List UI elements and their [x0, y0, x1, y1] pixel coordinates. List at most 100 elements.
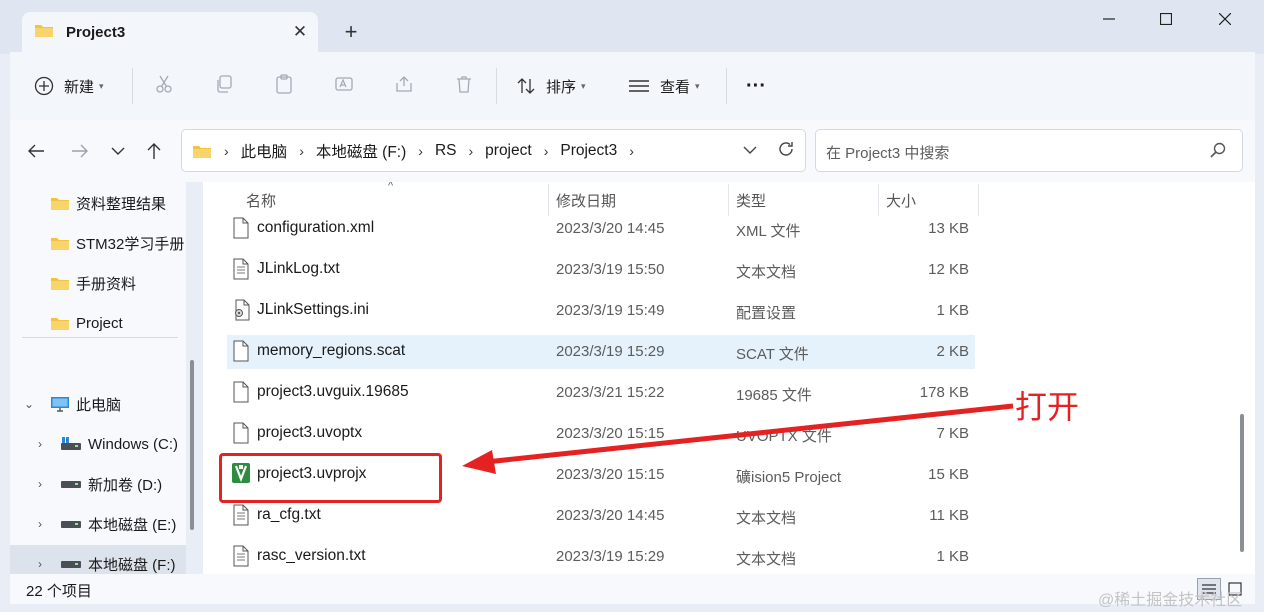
file-row[interactable]: configuration.xml 2023/3/20 14:45 XML 文件… — [227, 212, 975, 246]
more-options-button[interactable]: ··· — [746, 72, 766, 100]
rename-button[interactable] — [334, 72, 354, 100]
file-row[interactable]: project3.uvguix.19685 2023/3/21 15:22 19… — [227, 376, 975, 410]
tab-project3[interactable]: Project3 ✕ — [22, 12, 318, 52]
nav-scrollbar[interactable] — [190, 360, 194, 530]
view-button[interactable]: 查看 ▾ — [628, 72, 700, 100]
column-type[interactable]: 类型 — [736, 190, 766, 211]
nav-item-quick-access-1[interactable]: 资料整理结果 — [10, 184, 186, 222]
close-window-button[interactable] — [1197, 4, 1253, 34]
address-dropdown-icon[interactable] — [743, 142, 757, 159]
file-name: ra_cfg.txt — [257, 506, 321, 523]
chevron-down-icon[interactable]: ⌄ — [24, 397, 34, 411]
file-date: 2023/3/19 15:50 — [556, 261, 665, 278]
view-lines-icon — [628, 78, 650, 94]
file-row[interactable]: JLinkLog.txt 2023/3/19 15:50 文本文档 12 KB — [227, 253, 975, 287]
text-file-icon — [233, 258, 249, 284]
folder-icon — [50, 315, 70, 331]
file-list: ^ 名称 修改日期 类型 大小 configuration.xml 2023/3… — [203, 182, 1255, 574]
column-header-row: ^ 名称 修改日期 类型 大小 — [203, 182, 1255, 216]
chevron-right-icon[interactable]: › — [629, 143, 634, 159]
file-row[interactable]: JLinkSettings.ini 2023/3/19 15:49 配置设置 1… — [227, 294, 975, 328]
nav-item-drive-e[interactable]: › 本地磁盘 (E:) — [10, 505, 186, 543]
nav-label: 资料整理结果 — [76, 195, 167, 213]
tab-title: Project3 — [66, 23, 126, 41]
folder-icon — [192, 143, 212, 159]
column-date[interactable]: 修改日期 — [556, 190, 616, 211]
file-size: 15 KB — [928, 466, 969, 483]
forward-button[interactable] — [66, 138, 94, 164]
file-name: JLinkLog.txt — [257, 260, 340, 277]
windows-drive-icon — [60, 437, 82, 451]
drive-icon — [60, 518, 82, 530]
file-size: 1 KB — [936, 302, 969, 319]
file-type: XML 文件 — [736, 223, 801, 240]
breadcrumb-drive-f[interactable]: 本地磁盘 (F:) — [316, 140, 406, 162]
copy-button[interactable] — [214, 72, 234, 100]
column-divider[interactable] — [978, 184, 979, 216]
share-button[interactable] — [394, 72, 414, 100]
file-size: 13 KB — [928, 220, 969, 237]
nav-item-quick-access-2[interactable]: STM32学习手册 — [10, 224, 186, 262]
xml-file-icon — [233, 217, 249, 243]
nav-divider — [22, 337, 178, 338]
file-row[interactable]: ra_cfg.txt 2023/3/20 14:45 文本文档 11 KB — [227, 499, 975, 533]
chevron-right-icon[interactable]: › — [224, 143, 229, 159]
maximize-button[interactable] — [1138, 4, 1194, 34]
cut-button[interactable] — [154, 72, 174, 100]
file-row[interactable]: rasc_version.txt 2023/3/19 15:29 文本文档 1 … — [227, 540, 975, 574]
back-button[interactable] — [22, 138, 50, 164]
breadcrumb-project3[interactable]: Project3 — [560, 142, 617, 160]
recent-locations-button[interactable] — [104, 138, 132, 164]
divider — [726, 68, 727, 104]
chevron-right-icon[interactable]: › — [468, 143, 473, 159]
chevron-right-icon[interactable]: › — [544, 143, 549, 159]
watermark: @稀土掘金技术社区 — [1098, 592, 1243, 609]
file-type: 19685 文件 — [736, 387, 812, 404]
chevron-right-icon[interactable]: › — [38, 517, 42, 531]
new-tab-button[interactable]: + — [336, 18, 366, 46]
new-button[interactable]: 新建 ▾ — [34, 72, 104, 100]
nav-item-quick-access-3[interactable]: 手册资料 — [10, 264, 186, 302]
command-bar: 新建 ▾ 排序 ▾ 查看 ▾ ··· — [10, 52, 1255, 120]
nav-label: 本地磁盘 (E:) — [88, 516, 177, 534]
chevron-right-icon[interactable]: › — [38, 557, 42, 571]
delete-button[interactable] — [454, 72, 474, 100]
folder-icon — [50, 275, 70, 291]
file-row[interactable]: project3.uvoptx 2023/3/20 15:15 UVOPTX 文… — [227, 417, 975, 451]
tab-close-icon[interactable]: ✕ — [282, 22, 318, 42]
nav-item-this-pc[interactable]: ⌄ 此电脑 — [10, 385, 186, 423]
nav-item-drive-d[interactable]: › 新加卷 (D:) — [10, 465, 186, 503]
file-size: 1 KB — [936, 548, 969, 565]
breadcrumb-this-pc[interactable]: 此电脑 — [241, 140, 288, 162]
breadcrumb-project[interactable]: project — [485, 142, 532, 160]
up-button[interactable] — [140, 138, 168, 164]
file-name: configuration.xml — [257, 219, 375, 236]
file-date: 2023/3/19 15:29 — [556, 343, 665, 360]
column-name[interactable]: 名称 — [246, 190, 276, 211]
column-size[interactable]: 大小 — [886, 190, 916, 211]
annotation-label: 打开 — [1015, 388, 1080, 426]
text-file-icon — [233, 545, 249, 571]
chevron-right-icon[interactable]: › — [38, 437, 42, 451]
clipboard-icon — [274, 74, 294, 98]
nav-label: 本地磁盘 (F:) — [88, 556, 176, 574]
nav-item-drive-f[interactable]: › 本地磁盘 (F:) — [10, 545, 186, 574]
breadcrumb-rs[interactable]: RS — [435, 142, 457, 160]
trash-icon — [454, 74, 474, 98]
file-name: JLinkSettings.ini — [257, 301, 370, 318]
file-name: project3.uvoptx — [257, 424, 363, 441]
refresh-icon[interactable] — [777, 140, 795, 162]
chevron-right-icon[interactable]: › — [299, 143, 304, 159]
file-date: 2023/3/19 15:49 — [556, 302, 665, 319]
search-input[interactable]: 在 Project3 中搜索 — [815, 129, 1243, 172]
file-row[interactable]: memory_regions.scat 2023/3/19 15:29 SCAT… — [227, 335, 975, 369]
address-bar[interactable]: › 此电脑 › 本地磁盘 (F:) › RS › project › Proje… — [181, 129, 806, 172]
chevron-right-icon[interactable]: › — [38, 477, 42, 491]
nav-item-drive-c[interactable]: › Windows (C:) — [10, 425, 186, 463]
search-icon[interactable] — [1210, 142, 1226, 162]
file-list-scrollbar[interactable] — [1240, 414, 1244, 552]
chevron-right-icon[interactable]: › — [418, 143, 423, 159]
paste-button[interactable] — [274, 72, 294, 100]
sort-button[interactable]: 排序 ▾ — [516, 72, 586, 100]
minimize-button[interactable] — [1081, 4, 1137, 34]
